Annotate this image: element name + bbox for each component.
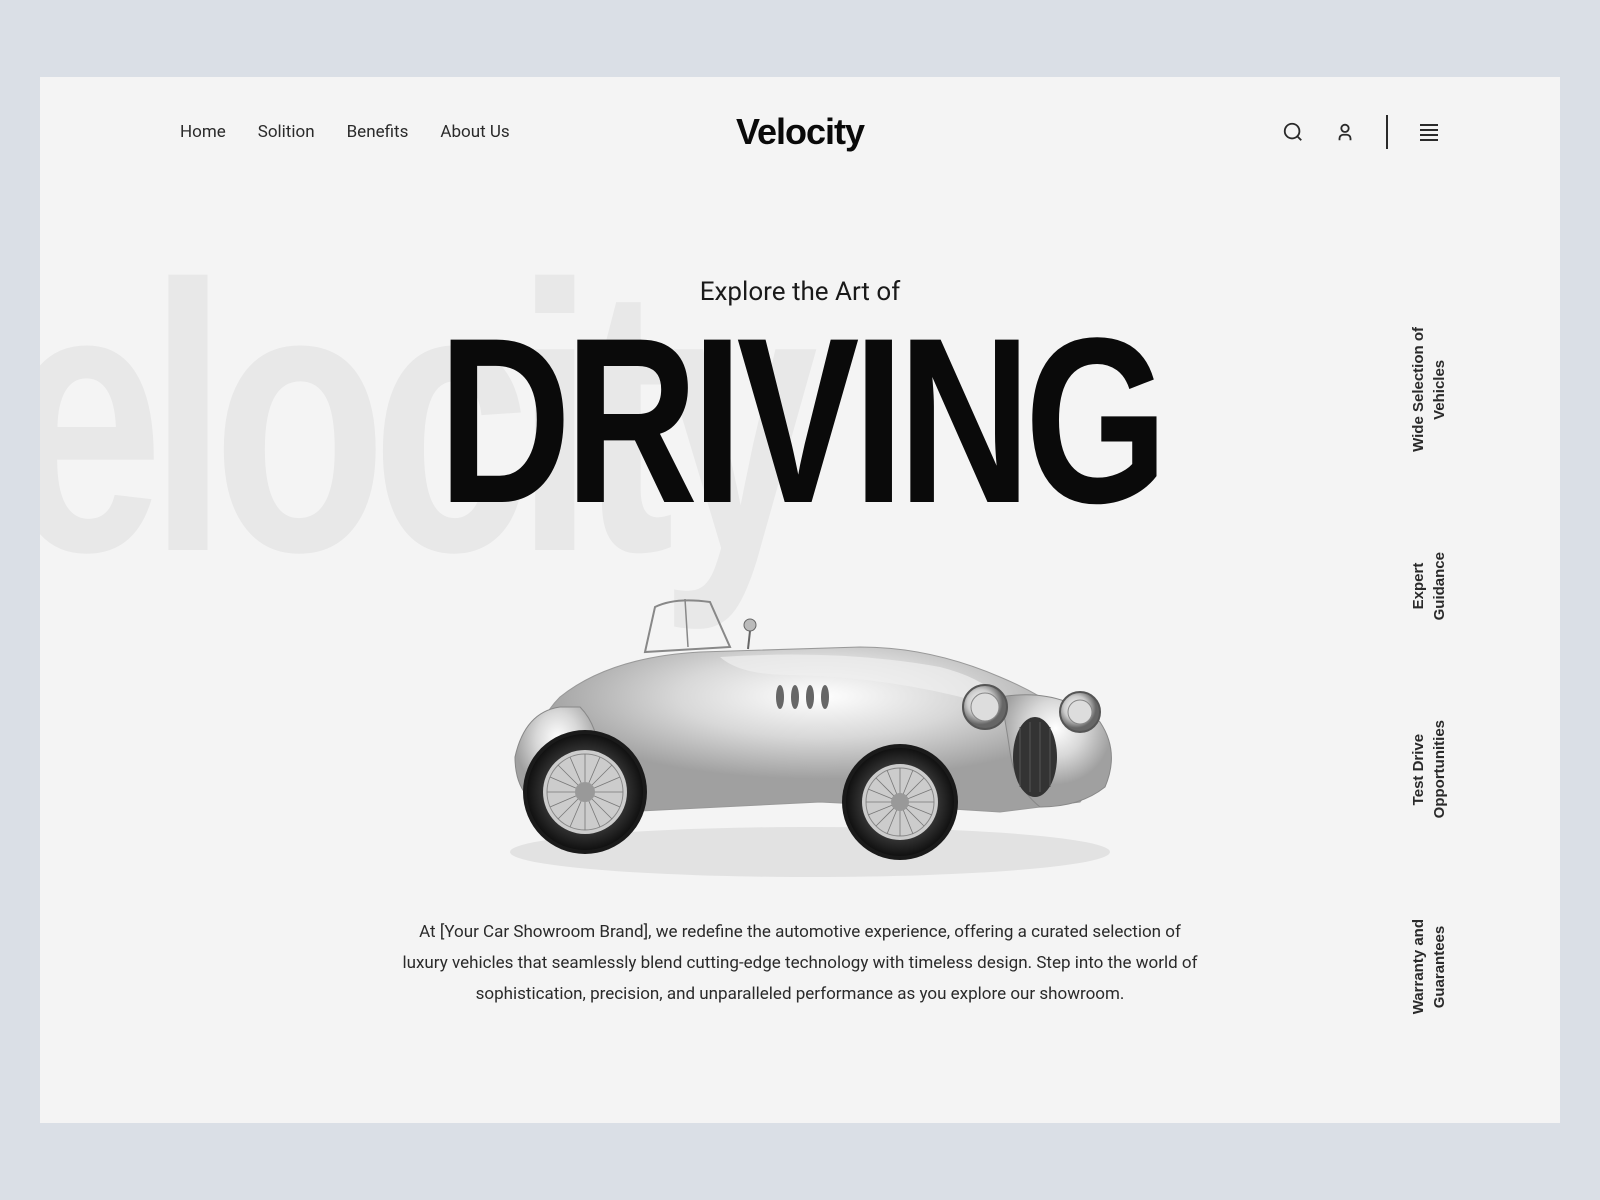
feature-wide-selection[interactable]: Wide Selection of Vehicles: [1408, 327, 1450, 452]
feature-expert-guidance[interactable]: Expert Guidance: [1408, 552, 1450, 620]
logo[interactable]: Velocity: [736, 111, 864, 153]
side-features: Wide Selection of Vehicles Expert Guidan…: [1408, 327, 1450, 1014]
user-icon[interactable]: [1334, 121, 1356, 143]
nav-home[interactable]: Home: [180, 122, 226, 142]
search-icon[interactable]: [1282, 121, 1304, 143]
nav-benefits[interactable]: Benefits: [347, 122, 409, 142]
menu-icon[interactable]: [1418, 123, 1440, 141]
feature-warranty[interactable]: Warranty and Guarantees: [1408, 919, 1450, 1014]
feature-test-drive[interactable]: Test Drive Opportunities: [1408, 720, 1450, 818]
page-container: elocity Home Solition Benefits About Us …: [40, 77, 1560, 1123]
header-divider: [1386, 115, 1388, 149]
hero-title: DRIVING: [207, 315, 1393, 527]
hero-description: At [Your Car Showroom Brand], we redefin…: [395, 917, 1205, 1009]
nav-solition[interactable]: Solition: [258, 122, 315, 142]
car-image: [440, 557, 1160, 897]
header-actions: [1282, 115, 1440, 149]
header: Home Solition Benefits About Us Velocity: [40, 77, 1560, 187]
nav-about[interactable]: About Us: [440, 122, 509, 142]
nav-menu: Home Solition Benefits About Us: [180, 122, 510, 142]
hero-section: Explore the Art of DRIVING: [40, 187, 1560, 1009]
